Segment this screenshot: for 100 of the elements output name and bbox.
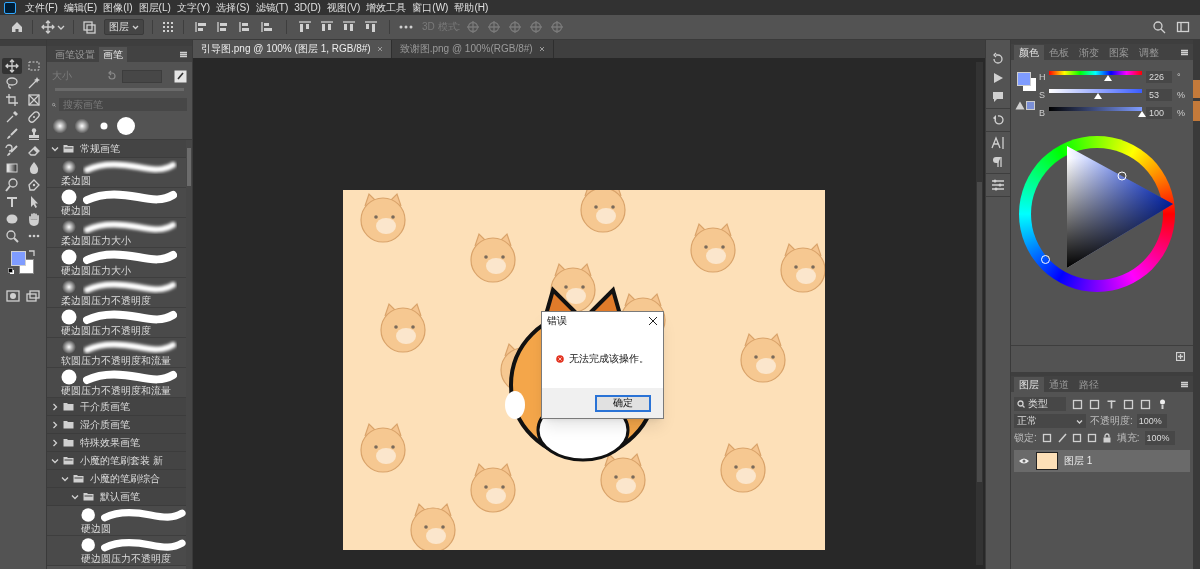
comment-icon[interactable] <box>991 90 1005 104</box>
panel-tab[interactable]: 画笔设置 <box>51 47 99 62</box>
brush-preset[interactable]: 硬边圆压力大小 <box>47 248 186 278</box>
menu-item[interactable]: 文字(Y) <box>173 1 214 14</box>
adjustment-filter-icon[interactable] <box>1089 398 1100 410</box>
panel-tab[interactable]: 图层 <box>1014 377 1044 392</box>
brush-preset[interactable]: 硬边圆压力不透明度 <box>47 308 186 338</box>
panel-tab[interactable]: 路径 <box>1074 377 1104 392</box>
panel-tab[interactable]: 色板 <box>1044 45 1074 60</box>
eye-icon[interactable] <box>1018 457 1030 465</box>
brush-preset[interactable]: 硬圆压力不透明度和流量 <box>47 368 186 398</box>
panel-tab[interactable]: 调整 <box>1134 45 1164 60</box>
chevron-down-icon[interactable] <box>51 456 59 465</box>
blend-mode-dropdown[interactable]: 正常 <box>1014 414 1086 428</box>
brush-preset[interactable]: 软圆压力不透明度和流量 <box>47 338 186 368</box>
color-slider[interactable] <box>1049 89 1142 100</box>
panel-menu-icon[interactable] <box>179 51 188 58</box>
align-top-icon[interactable] <box>297 20 313 34</box>
menu-item[interactable]: 图层(L) <box>135 1 174 14</box>
brush-preset[interactable]: 柔边圆压力大小 <box>47 218 186 248</box>
expand-icon[interactable] <box>1176 352 1185 361</box>
brush-preset[interactable]: 硬边圆压力不透明度 <box>47 536 186 566</box>
brush-preset[interactable]: 柔边圆 <box>47 158 186 188</box>
brush-preset[interactable]: 硬边圆 <box>47 188 186 218</box>
menu-item[interactable]: 视图(V) <box>323 1 364 14</box>
default-colors-icon[interactable] <box>8 268 15 275</box>
character-icon[interactable] <box>991 136 1005 150</box>
color-slider[interactable] <box>1049 71 1142 82</box>
menu-item[interactable]: 选择(S) <box>213 1 253 14</box>
smart-object-filter-icon[interactable] <box>1140 398 1151 410</box>
workspace-icon[interactable] <box>1176 20 1190 34</box>
panel-tab[interactable]: 渐变 <box>1074 45 1104 60</box>
panel-tab[interactable]: 颜色 <box>1014 45 1044 60</box>
scrollbar-thumb[interactable] <box>187 148 191 186</box>
new-brush-icon[interactable] <box>174 69 187 83</box>
menu-item[interactable]: 3D(D) <box>291 1 324 14</box>
panel-tab[interactable]: 通道 <box>1044 377 1074 392</box>
chevron-right-icon[interactable] <box>51 402 59 411</box>
screen-mode-icon[interactable] <box>26 290 40 302</box>
type-filter-icon[interactable] <box>1106 398 1117 410</box>
chevron-right-icon[interactable] <box>51 420 59 429</box>
color-swatches[interactable] <box>1017 72 1037 92</box>
fill-field[interactable]: 100% <box>1144 431 1175 445</box>
brush-tip-icon[interactable] <box>51 117 69 135</box>
chevron-down-icon[interactable] <box>61 474 69 483</box>
paragraph-icon[interactable] <box>991 155 1005 169</box>
brush-preset[interactable]: 柔边圆压力不透明度 <box>47 278 186 308</box>
brush-tip-icon[interactable] <box>117 117 135 135</box>
ok-button[interactable]: 确定 <box>595 394 651 412</box>
brush-preset[interactable]: 硬边圆 <box>47 506 186 536</box>
filter-dropdown[interactable]: 类型 <box>1014 397 1066 411</box>
layer-row[interactable]: 图层 1 <box>1014 450 1190 472</box>
panel-menu-icon[interactable] <box>1180 381 1189 388</box>
menu-item[interactable]: 编辑(E) <box>60 1 101 14</box>
chevron-down-icon[interactable] <box>71 492 79 501</box>
align-middle-icon[interactable] <box>319 20 335 34</box>
document-tab[interactable]: 引导图.png @ 100% (图层 1, RGB/8#) <box>193 40 392 58</box>
pixel-filter-icon[interactable] <box>1072 398 1083 410</box>
scrollbar-thumb[interactable] <box>977 182 982 482</box>
gamut-color-swatch[interactable] <box>1026 101 1035 110</box>
menu-item[interactable]: 帮助(H) <box>451 1 492 14</box>
quick-mask-icon[interactable] <box>6 290 20 302</box>
gamut-warning-icon[interactable] <box>1015 101 1025 110</box>
home-icon[interactable] <box>10 20 24 34</box>
opacity-field[interactable]: 100% <box>1136 414 1167 428</box>
value-field[interactable]: 226 <box>1146 70 1172 83</box>
chevron-down-icon[interactable] <box>51 144 59 153</box>
menu-item[interactable]: 窗口(W) <box>409 1 452 14</box>
align-bottom-icon[interactable] <box>341 20 357 34</box>
brush-icon[interactable] <box>1056 433 1067 443</box>
value-field[interactable]: 53 <box>1146 88 1172 101</box>
menu-item[interactable]: 文件(F) <box>22 1 61 14</box>
history-icon[interactable] <box>991 52 1005 66</box>
menu-item[interactable]: 滤镜(T) <box>252 1 292 14</box>
grid-icon[interactable] <box>161 20 175 34</box>
panel-tab[interactable]: 图案 <box>1104 45 1134 60</box>
panel-menu-icon[interactable] <box>1180 49 1189 56</box>
lock-icon[interactable] <box>1101 433 1112 443</box>
menu-item[interactable]: 图像(I) <box>100 1 136 14</box>
layers-icon[interactable] <box>82 20 96 34</box>
close-icon[interactable] <box>648 316 658 326</box>
folder-icon <box>63 456 74 465</box>
lock-pixels-icon[interactable] <box>1041 433 1052 443</box>
layer-select-dropdown[interactable]: 图层 <box>104 19 144 35</box>
chevron-right-icon[interactable] <box>51 438 59 447</box>
adjustments-icon[interactable] <box>991 178 1005 192</box>
rotate-icon[interactable] <box>991 113 1005 127</box>
play-icon[interactable] <box>991 71 1005 85</box>
menu-item[interactable]: 增效工具 <box>363 1 410 14</box>
swap-colors-icon[interactable] <box>28 250 35 257</box>
color-swatches[interactable] <box>11 251 35 275</box>
search-icon[interactable] <box>1152 20 1166 34</box>
filter-toggle-icon[interactable] <box>1157 398 1168 410</box>
close-icon <box>376 46 383 52</box>
panel-tab[interactable]: 画笔 <box>99 47 127 62</box>
value-field[interactable]: 100 <box>1146 106 1172 119</box>
brush-tip-icon[interactable] <box>73 117 91 135</box>
shape-filter-icon[interactable] <box>1123 398 1134 410</box>
slider-thumb[interactable] <box>1138 111 1146 117</box>
distribute-vertical-icon[interactable] <box>363 20 379 34</box>
